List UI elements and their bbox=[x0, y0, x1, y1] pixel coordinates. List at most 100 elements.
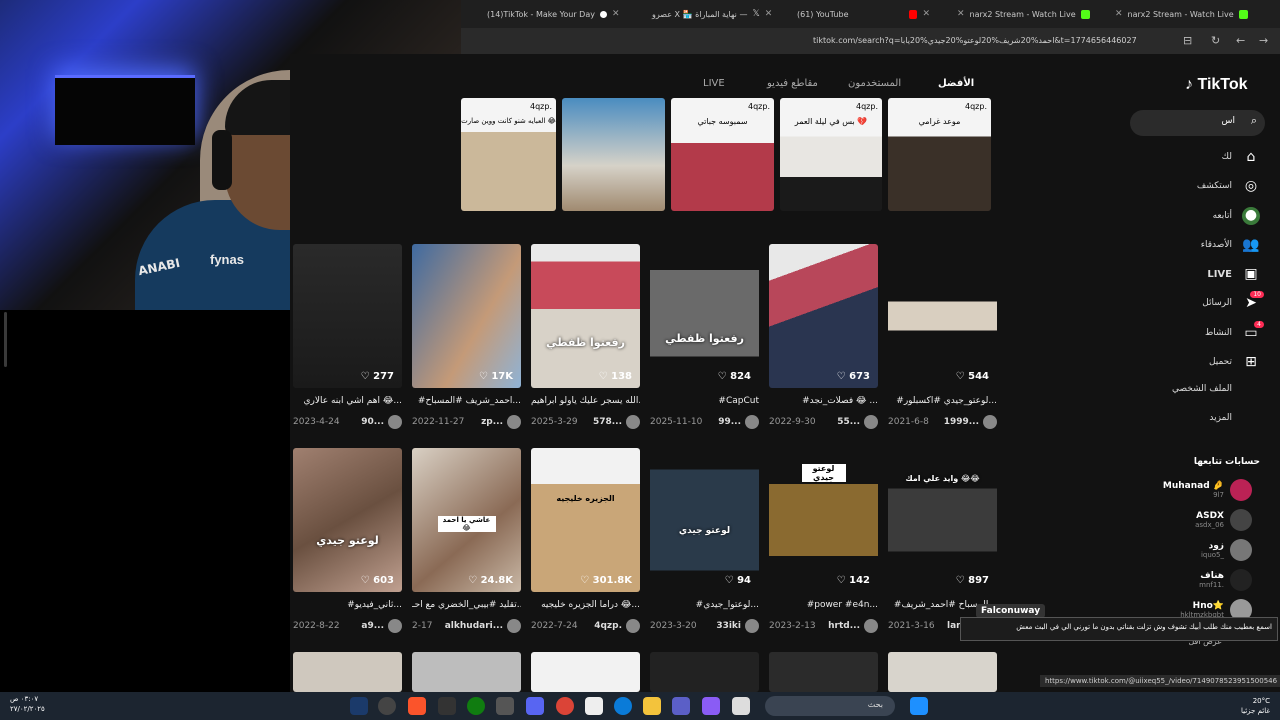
video-author[interactable]: zp... bbox=[481, 415, 521, 429]
tab-kick-1[interactable]: ✕ narx2 Stream - Watch Live bbox=[951, 3, 1101, 25]
video-author[interactable]: a9... bbox=[361, 619, 402, 633]
obs-icon[interactable] bbox=[378, 697, 396, 715]
video-thumbnail[interactable]: 4qzp. موعد غرامي bbox=[888, 98, 991, 211]
nav-live[interactable]: ▣ LIVE bbox=[1207, 266, 1260, 282]
video-card[interactable]: ♡ 544 #لوعتو_جيدي #اكسبلور... 2021-6-8 1999… bbox=[888, 244, 997, 429]
close-icon[interactable]: ✕ bbox=[765, 9, 773, 19]
store-icon[interactable] bbox=[585, 697, 603, 715]
close-icon[interactable]: ✕ bbox=[957, 9, 965, 19]
avatar bbox=[507, 415, 521, 429]
nav-more[interactable]: المزيد bbox=[1209, 413, 1260, 423]
back-icon[interactable]: ← bbox=[1236, 34, 1245, 47]
video-author[interactable]: alkhudari... bbox=[445, 619, 521, 633]
tab-kick-2[interactable]: ✕ narx2 Stream - Watch Live bbox=[1109, 3, 1254, 25]
video-author[interactable]: 99... bbox=[718, 415, 759, 429]
view-count: ♡ 94 bbox=[724, 575, 751, 586]
video-thumbnail[interactable] bbox=[650, 652, 759, 692]
video-author[interactable]: 578... bbox=[593, 415, 640, 429]
system-clock[interactable]: ٠٣:٠٧ ص ٢٧/٠٢/٢٠٢٥ bbox=[10, 694, 45, 714]
nav-activity[interactable]: ▭ 4 النشاط bbox=[1204, 321, 1264, 341]
weather-widget[interactable]: 20°C غائم جزئيا bbox=[1241, 696, 1270, 716]
tab-users[interactable]: المستخدمون bbox=[848, 78, 901, 89]
search-input[interactable]: اس ⌕ bbox=[1130, 110, 1265, 136]
nav-upload[interactable]: ⊞ تحميل bbox=[1209, 354, 1260, 370]
video-date: 2023-4-24 bbox=[293, 417, 340, 427]
video-author[interactable]: 33iki bbox=[716, 619, 759, 633]
video-card[interactable]: رفعتوا ظفطي ♡ 138 الله يسجر عليك ياولو ابر… bbox=[531, 244, 640, 429]
video-card[interactable]: رفعتوا ظفطي ♡ 824 #CapCut 2025-11-10 99... bbox=[650, 244, 759, 429]
following-account[interactable]: Muhanad 🤌 9l7 bbox=[1102, 479, 1252, 501]
video-thumbnail[interactable] bbox=[888, 652, 997, 692]
video-thumbnail[interactable] bbox=[562, 98, 665, 211]
tab-youtube[interactable]: (61) YouTube ✕ bbox=[791, 3, 936, 25]
video-thumbnail[interactable] bbox=[531, 652, 640, 692]
video-thumbnail[interactable]: 4qzp. سمبوسه جباتي bbox=[671, 98, 774, 211]
view-count: ♡ 603 bbox=[360, 575, 394, 586]
app-icon[interactable] bbox=[732, 697, 750, 715]
start-icon[interactable] bbox=[910, 697, 928, 715]
copilot-icon[interactable] bbox=[702, 697, 720, 715]
tab-live[interactable]: LIVE bbox=[703, 78, 725, 89]
app-icon[interactable] bbox=[438, 697, 456, 715]
nav-friends[interactable]: 👥 الأصدقاء bbox=[1201, 237, 1260, 253]
tab-x[interactable]: عصرو X 🏪 نهاية المباراة — 𝕏 ✕ bbox=[646, 3, 776, 25]
app-icon[interactable] bbox=[496, 697, 514, 715]
url-field[interactable]: tiktok.com/search?q=احمد%20شريف%20لوعتو%… bbox=[813, 36, 1137, 45]
tiktok-logo[interactable]: ♪ TikTok bbox=[1185, 76, 1248, 94]
video-card[interactable]: الجزيره خليجيه ♡ 301.8K دراما الجزيره خليج… bbox=[531, 448, 640, 633]
following-account[interactable]: ASDX asdx_06 bbox=[1102, 509, 1252, 531]
video-card[interactable]: ♡ 673 #فصلات_نجد 😂 ... 2022-9-30 55... bbox=[769, 244, 878, 429]
video-author[interactable]: 4qzp. bbox=[594, 619, 640, 633]
video-card[interactable]: ♡ 17K #احمد_شريف #المسباح... 2022-11-27 zp.… bbox=[412, 244, 521, 429]
tab-videos[interactable]: مقاطع فيديو bbox=[767, 78, 818, 89]
xbox-icon[interactable] bbox=[467, 697, 485, 715]
close-icon[interactable]: ✕ bbox=[1115, 9, 1123, 19]
nav-following[interactable]: ● أتابعه bbox=[1213, 207, 1260, 225]
video-card[interactable]: لوعتو جيدي ♡ 142 #power #e4n... 2023-2-13 hr… bbox=[769, 448, 878, 633]
teams-icon[interactable] bbox=[672, 697, 690, 715]
video-card[interactable]: ♡ 277 اهم اشي ابنه عالاري 😂... 2023-4-24 90… bbox=[293, 244, 402, 429]
search-icon[interactable]: ⌕ bbox=[1251, 114, 1257, 128]
video-thumbnail[interactable] bbox=[769, 652, 878, 692]
video-overlay-text: لوعتو جيدي bbox=[678, 526, 731, 536]
nav-label: لك bbox=[1221, 152, 1232, 162]
video-thumbnail: لوعتو جيدي ♡ 142 bbox=[769, 448, 878, 592]
brave-icon[interactable] bbox=[408, 697, 426, 715]
reload-icon[interactable]: ↻ bbox=[1211, 34, 1220, 47]
activity-icon: ▭ 4 bbox=[1242, 321, 1264, 341]
video-author[interactable]: 90... bbox=[361, 415, 402, 429]
tab-search-icon[interactable]: ⊟ bbox=[1183, 34, 1192, 47]
edge-icon[interactable] bbox=[614, 697, 632, 715]
steam-icon[interactable] bbox=[350, 697, 368, 715]
view-count: ♡ 277 bbox=[360, 371, 394, 382]
taskbar-search[interactable]: بحث bbox=[765, 696, 895, 716]
video-author[interactable]: 1999... bbox=[944, 415, 997, 429]
video-card[interactable]: لوعتو جيدي ♡ 603 #ثاني_فيديو... 2022-8-22 a9… bbox=[293, 448, 402, 633]
video-thumbnail: وايد علي امك 😂😂 ♡ 897 bbox=[888, 448, 997, 592]
nav-profile[interactable]: الملف الشخصي bbox=[1172, 384, 1260, 394]
discord-icon[interactable] bbox=[526, 697, 544, 715]
forward-icon[interactable]: → bbox=[1259, 34, 1268, 47]
close-icon[interactable]: ✕ bbox=[922, 9, 930, 19]
nav-label: النشاط bbox=[1204, 328, 1232, 338]
nav-for-you[interactable]: ⌂ لك bbox=[1222, 149, 1260, 165]
following-account[interactable]: هناف mnf11. bbox=[1102, 569, 1252, 591]
nav-label: تحميل bbox=[1208, 357, 1232, 367]
video-card[interactable]: عاشي يا احمد 😂 ♡ 24.8K تقليد #بيبي_الخضري … bbox=[412, 448, 521, 633]
video-card[interactable]: لوعتو جيدي ♡ 94 #لوعتوا_جيدي... 2023-3-20 33… bbox=[650, 448, 759, 633]
close-icon[interactable]: ✕ bbox=[612, 9, 620, 19]
scrollbar-thumb[interactable] bbox=[4, 312, 7, 367]
video-author[interactable]: hrtd... bbox=[828, 619, 878, 633]
following-account[interactable]: زود iquo5_ bbox=[1102, 539, 1252, 561]
tab-tiktok[interactable]: (14)TikTok - Make Your Day ✕ bbox=[481, 3, 641, 25]
nav-messages[interactable]: ➤ 10 الرسائل bbox=[1202, 291, 1264, 311]
video-thumbnail[interactable] bbox=[293, 652, 402, 692]
tab-top[interactable]: الأفضل bbox=[938, 78, 974, 89]
video-thumbnail[interactable]: 4qzp. العبايه شنو كانت ووين صارت 😂 bbox=[461, 98, 556, 211]
chrome-icon[interactable] bbox=[556, 697, 574, 715]
video-author[interactable]: 55... bbox=[837, 415, 878, 429]
video-thumbnail[interactable]: 4qzp. بس في ليلة العمر 💔 bbox=[780, 98, 882, 211]
video-thumbnail[interactable] bbox=[412, 652, 521, 692]
folder-icon[interactable] bbox=[643, 697, 661, 715]
nav-explore[interactable]: ◎ استكشف bbox=[1197, 178, 1260, 194]
